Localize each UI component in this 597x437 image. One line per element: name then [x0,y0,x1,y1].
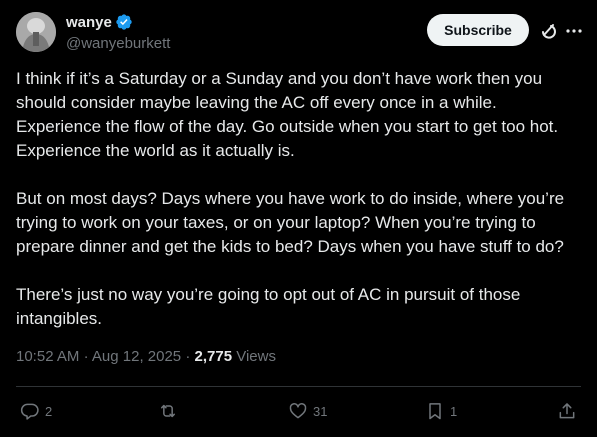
like-count: 31 [313,403,328,419]
post-paragraph: I think if it’s a Saturday or a Sunday a… [16,69,559,160]
meta-separator: · [83,348,89,365]
action-bar: 2 31 1 [0,396,597,426]
bookmark-icon [425,401,445,421]
divider [16,386,581,387]
post-paragraph: But on most days? Days where you have wo… [16,189,565,256]
bookmark-button[interactable]: 1 [425,396,457,426]
share-icon [557,401,577,421]
like-button[interactable]: 31 [288,396,327,426]
repost-icon [158,401,178,421]
meta-separator: · [185,348,191,365]
like-icon [288,401,308,421]
post-date[interactable]: Aug 12, 2025 [92,348,181,365]
avatar[interactable] [16,12,56,52]
views-count: 2,775 [194,348,233,365]
post-time[interactable]: 10:52 AM [16,348,79,365]
subscribe-button[interactable]: Subscribe [427,14,529,46]
more-icon[interactable] [564,21,584,41]
share-button[interactable] [557,396,577,426]
reply-button[interactable]: 2 [20,396,52,426]
author-names: wanye @wanyeburkett [66,12,170,53]
display-name[interactable]: wanye [66,14,112,31]
bookmark-count: 1 [450,403,458,419]
views-label: Views [236,348,276,365]
verified-badge-icon [115,13,133,31]
display-name-row: wanye [66,12,170,32]
post-text: I think if it’s a Saturday or a Sunday a… [16,67,586,355]
repost-button[interactable] [158,396,183,426]
post-meta: 10:52 AM · Aug 12, 2025 · 2,775 Views [16,348,276,365]
post-paragraph: There’s just no way you’re going to opt … [16,285,521,328]
grok-icon[interactable] [538,21,558,41]
post-header: wanye @wanyeburkett Subscribe [16,12,584,56]
post-card: wanye @wanyeburkett Subscribe I think if… [0,0,597,437]
author-handle[interactable]: @wanyeburkett [66,35,170,52]
reply-icon [20,401,40,421]
reply-count: 2 [45,403,53,419]
